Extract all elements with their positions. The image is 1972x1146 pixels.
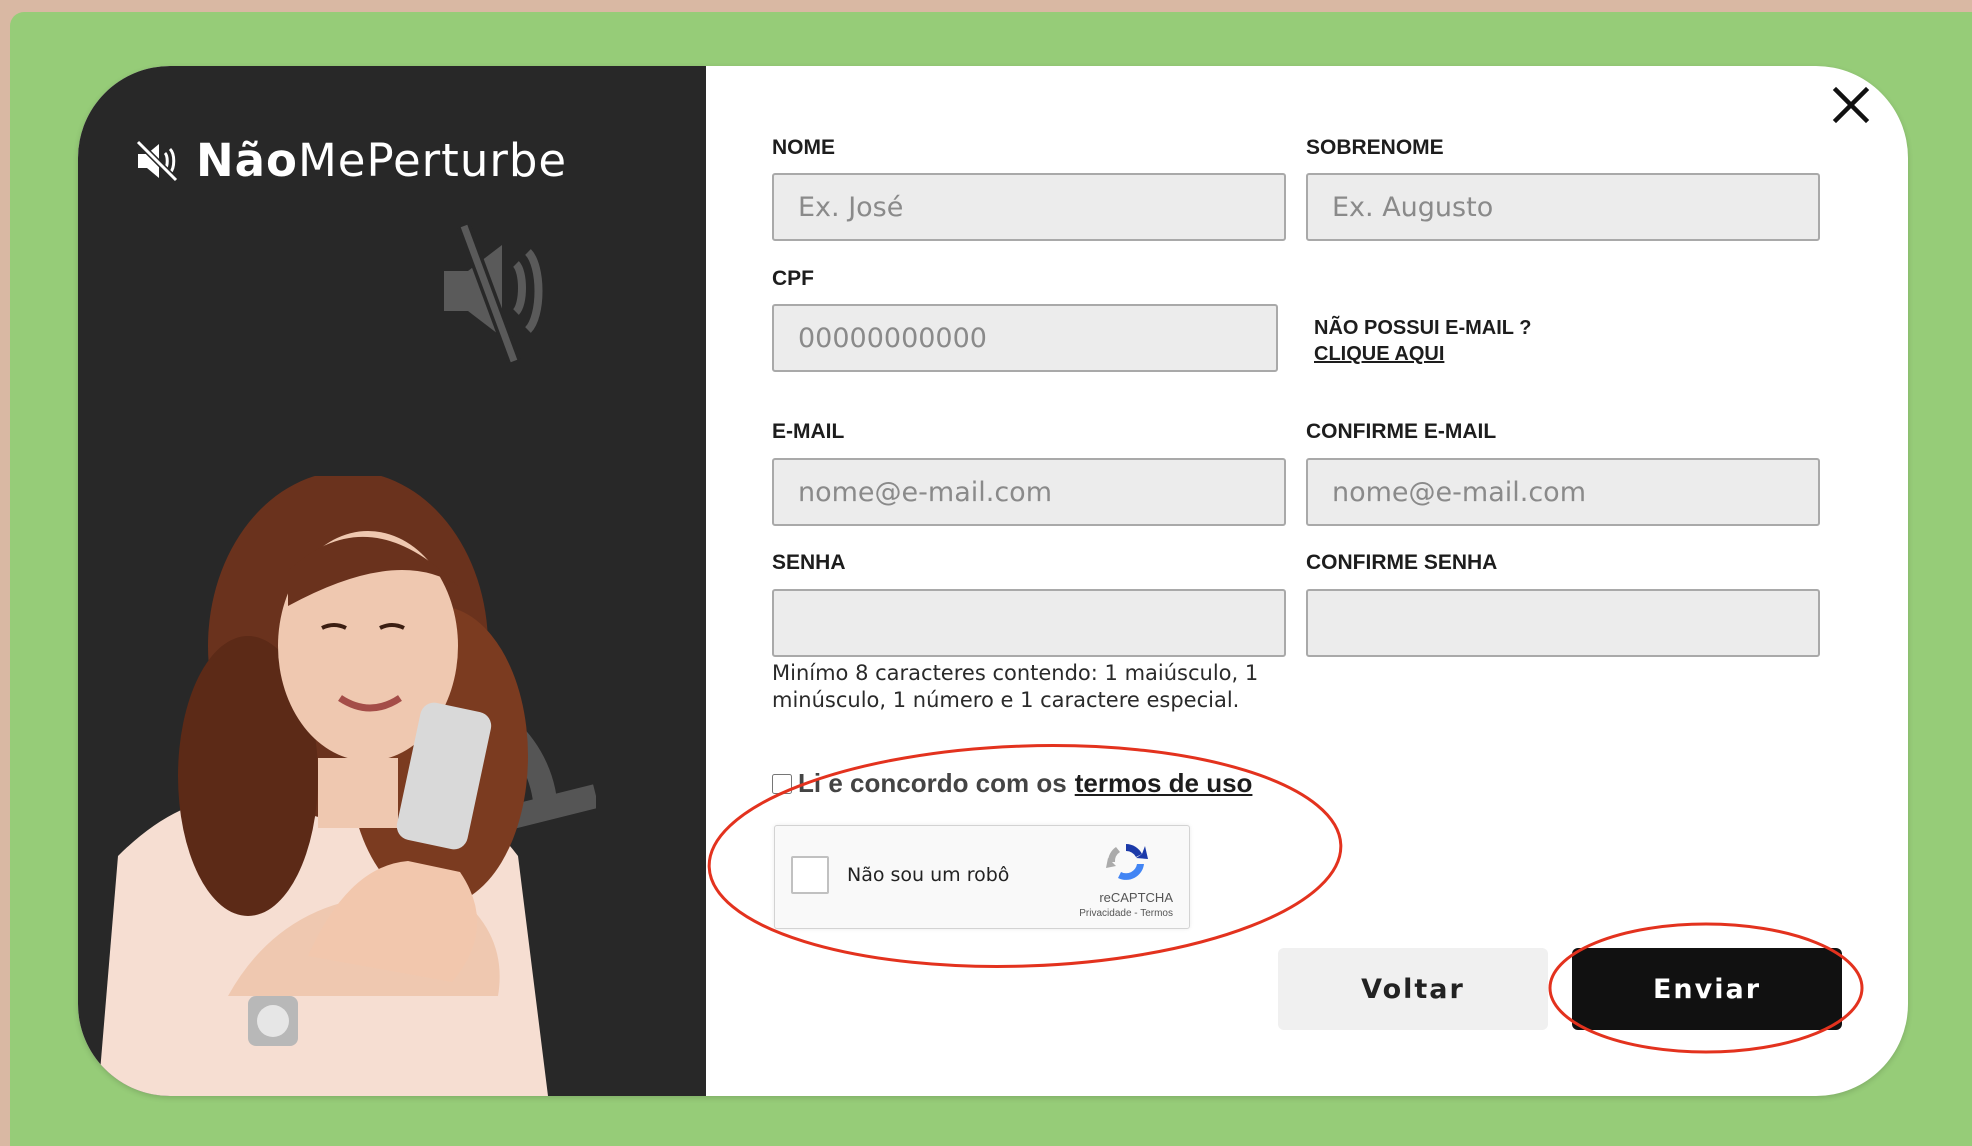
recaptcha-links[interactable]: Privacidade - Termos — [1079, 908, 1173, 919]
password-input[interactable] — [772, 589, 1286, 657]
recaptcha-brand: reCAPTCHA — [1099, 890, 1173, 905]
cpf-label: CPF — [772, 267, 814, 290]
woman-with-phone-photo — [98, 476, 548, 1096]
recaptcha-checkbox[interactable] — [791, 856, 829, 894]
no-email-notice: NÃO POSSUI E-MAIL ? CLIQUE AQUI — [1314, 315, 1531, 367]
close-icon[interactable] — [1826, 80, 1876, 130]
confirm-password-input[interactable] — [1306, 589, 1820, 657]
brand-panel: NãoMePerturbe — [78, 66, 706, 1096]
cpf-input[interactable] — [772, 304, 1278, 372]
confirm-email-input[interactable] — [1306, 458, 1820, 526]
no-email-link[interactable]: CLIQUE AQUI — [1314, 341, 1531, 367]
terms-row: Li e concordo com os termos de uso — [772, 768, 1252, 799]
no-email-question: NÃO POSSUI E-MAIL ? — [1314, 317, 1532, 339]
sobrenome-input[interactable] — [1306, 173, 1820, 241]
email-input[interactable] — [772, 458, 1286, 526]
recaptcha-logo-icon — [1106, 844, 1148, 880]
brand-name: NãoMePerturbe — [196, 134, 568, 187]
password-hint: Minímo 8 caracteres contendo: 1 maiúscul… — [772, 661, 1259, 712]
terms-text: Li e concordo com os — [798, 768, 1067, 798]
confirm-senha-label: CONFIRME SENHA — [1306, 551, 1498, 574]
sobrenome-label: SOBRENOME — [1306, 136, 1444, 159]
back-button[interactable]: Voltar — [1278, 948, 1548, 1030]
muted-speaker-icon — [135, 139, 179, 182]
confirm-email-label: CONFIRME E-MAIL — [1306, 420, 1497, 443]
muted-speaker-icon — [444, 223, 543, 364]
nome-input[interactable] — [772, 173, 1286, 241]
email-label: E-MAIL — [772, 420, 845, 443]
terms-checkbox[interactable] — [772, 773, 792, 794]
nome-label: NOME — [772, 136, 835, 159]
recaptcha-widget: Não sou um robô reCAPTCHA Privacidade - … — [774, 825, 1190, 929]
brand-logo: NãoMePerturbe — [134, 134, 567, 187]
send-button[interactable]: Enviar — [1572, 948, 1842, 1030]
senha-label: SENHA — [772, 551, 846, 574]
terms-link[interactable]: termos de uso — [1075, 768, 1253, 799]
recaptcha-label: Não sou um robô — [847, 864, 1010, 886]
